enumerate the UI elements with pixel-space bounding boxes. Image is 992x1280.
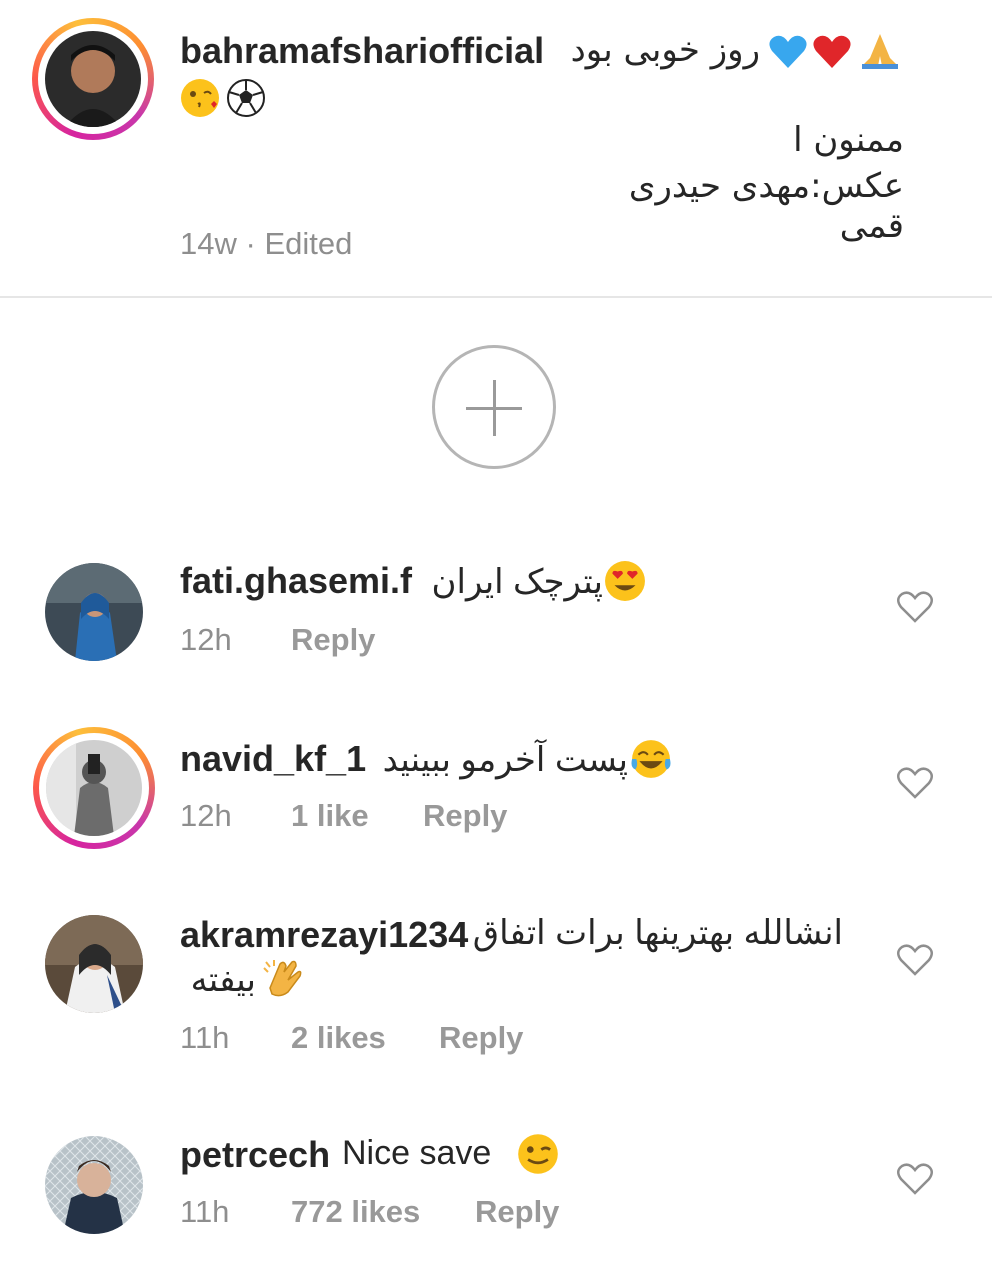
comment-username[interactable]: petrcech — [180, 1134, 330, 1176]
comment-avatar[interactable] — [45, 563, 143, 661]
caption-line-2: ممنون ا — [793, 120, 904, 160]
comment-time: 11h — [180, 1194, 230, 1229]
comment-text: انشالله بهترینها برات اتفاق — [472, 914, 843, 952]
caption-emojis-row2 — [180, 78, 270, 118]
comment-username[interactable]: fati.ghasemi.f — [180, 560, 412, 602]
post-author-username[interactable]: bahramafsharіofficial — [180, 30, 544, 72]
heart-eyes-emoji-icon — [605, 561, 645, 601]
meta-separator: · — [245, 226, 256, 261]
heart-outline-icon[interactable] — [896, 590, 934, 624]
heart-outline-icon[interactable] — [896, 1162, 934, 1196]
winking-face-emoji-icon — [518, 1134, 558, 1174]
heart-outline-icon[interactable] — [896, 766, 934, 800]
reply-button[interactable]: Reply — [423, 798, 507, 834]
comment-meta: 11h — [180, 1194, 229, 1230]
comment-username[interactable]: navid_kf_1 — [180, 738, 366, 780]
comment-meta: 12h — [180, 622, 232, 658]
comment-avatar-story[interactable] — [33, 727, 155, 849]
post-time: 14w — [180, 226, 237, 261]
comment-time: 11h — [180, 1020, 230, 1055]
caption-line-1: روز خوبی بود — [570, 30, 760, 70]
likes-count[interactable]: 772 likes — [291, 1194, 420, 1230]
reply-button[interactable]: Reply — [291, 622, 375, 658]
caption-line-3: عکس:مهدی حیدری قمی — [628, 166, 904, 246]
post-author-avatar[interactable] — [32, 14, 154, 144]
reply-button[interactable]: Reply — [475, 1194, 559, 1230]
likes-count[interactable]: 2 likes — [291, 1020, 386, 1056]
comment-time: 12h — [180, 798, 232, 833]
plus-circle-icon[interactable] — [432, 345, 556, 469]
comment-time: 12h — [180, 622, 232, 657]
caption-emojis — [768, 32, 908, 72]
comment-text: Nice save — [342, 1134, 492, 1172]
reply-button[interactable]: Reply — [439, 1020, 523, 1056]
likes-count[interactable]: 1 like — [291, 798, 369, 834]
kissing-face-icon — [181, 79, 219, 117]
clapping-hands-emoji-icon — [263, 960, 302, 997]
comment-text-line2: بیفته — [190, 961, 256, 999]
blue-heart-icon — [769, 35, 807, 68]
divider — [0, 296, 992, 298]
praying-hands-icon — [862, 34, 898, 69]
tears-of-joy-emoji-icon — [631, 740, 671, 778]
post-edited-label: Edited — [264, 226, 353, 261]
comment-avatar[interactable] — [45, 1136, 143, 1234]
comment-text: پست آخرمو ببینید — [382, 741, 628, 779]
soccer-ball-icon — [227, 79, 265, 117]
comment-meta: 12h — [180, 798, 232, 834]
comment-meta: 11h — [180, 1020, 229, 1056]
comment-avatar[interactable] — [45, 915, 143, 1013]
post-meta: 14w · Edited — [180, 226, 352, 262]
red-heart-icon — [813, 35, 851, 68]
comment-text: پترچک ایران — [431, 563, 603, 601]
comment-username[interactable]: akramrezayi1234 — [180, 914, 468, 956]
heart-outline-icon[interactable] — [896, 943, 934, 977]
